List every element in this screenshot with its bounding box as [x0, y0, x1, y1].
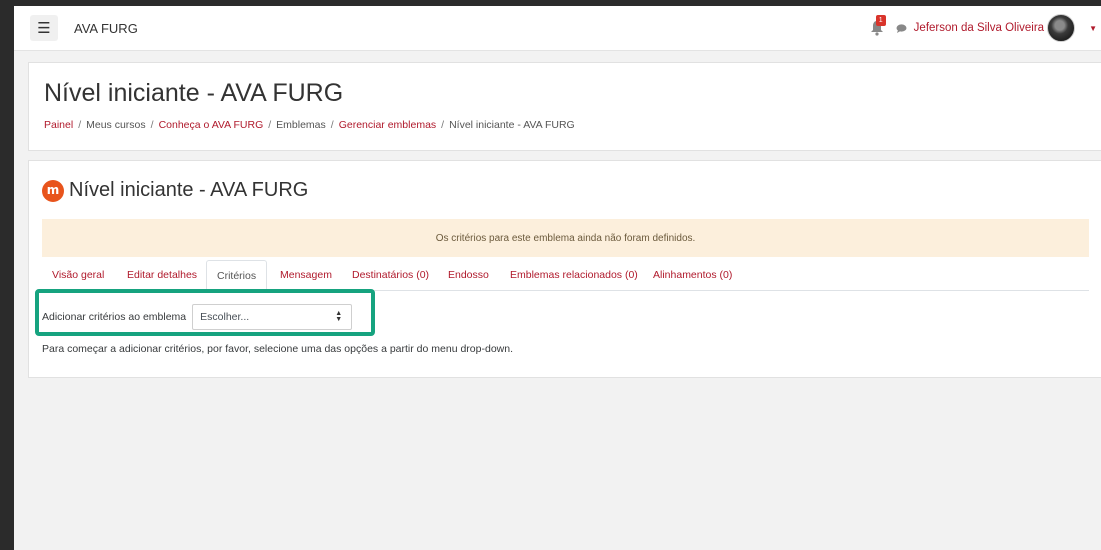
badge-logo-icon: m [42, 179, 64, 202]
tab-mensagem[interactable]: Mensagem [270, 260, 342, 289]
page-header-card: Nível iniciante - AVA FURG Painel / Meus c… [28, 62, 1101, 151]
breadcrumb-painel[interactable]: Painel [44, 119, 73, 131]
page: ☰ AVA FURG 1 Jeferson da Silva Oliveira … [14, 6, 1101, 550]
badge-card: m Nível iniciante - AVA FURG Os critério… [28, 160, 1101, 378]
site-brand[interactable]: AVA FURG [74, 21, 138, 36]
criteria-alert: Os critérios para este emblema ainda não… [42, 219, 1089, 257]
user-menu-area: 1 Jeferson da Silva Oliveira ▼ [870, 6, 1101, 50]
breadcrumb-conheca-ava[interactable]: Conheça o AVA FURG [159, 119, 264, 131]
select-arrows-icon: ▲ ▼ [335, 310, 343, 323]
tab-alinhamentos[interactable]: Alinhamentos (0) [643, 260, 742, 289]
breadcrumb-separator: / [78, 119, 82, 131]
breadcrumb-separator: / [441, 119, 445, 131]
tab-visao-geral[interactable]: Visão geral [42, 260, 114, 289]
user-avatar[interactable] [1047, 14, 1076, 42]
breadcrumb-separator: / [330, 119, 334, 131]
tab-endosso[interactable]: Endosso [438, 260, 499, 289]
add-criteria-label: Adicionar critérios ao emblema [42, 311, 187, 323]
breadcrumb: Painel / Meus cursos / Conheça o AVA FURG / Em… [44, 119, 575, 131]
notifications-count-badge: 1 [875, 15, 886, 26]
criteria-select-value: Escolher... [200, 311, 250, 323]
tab-emblemas-relacionados[interactable]: Emblemas relacionados (0) [500, 260, 648, 289]
breadcrumb-emblemas: Emblemas [276, 119, 326, 131]
user-name-link[interactable]: Jeferson da Silva Oliveira [914, 22, 1044, 34]
criteria-type-select[interactable]: Escolher... ▲ ▼ [192, 304, 353, 330]
criteria-help-text: Para começar a adicionar critérios, por … [42, 343, 513, 355]
breadcrumb-meus-cursos: Meus cursos [86, 119, 146, 131]
badge-tabs: Visão geral Editar detalhes Critérios Me… [42, 260, 1089, 292]
breadcrumb-gerenciar-emblemas[interactable]: Gerenciar emblemas [339, 119, 436, 131]
badge-title: Nível iniciante - AVA FURG [69, 179, 309, 201]
tab-criterios[interactable]: Critérios [206, 260, 268, 292]
breadcrumb-current: Nível iniciante - AVA FURG [449, 119, 575, 131]
badge-heading: m Nível iniciante - AVA FURG [42, 179, 308, 202]
breadcrumb-separator: / [150, 119, 154, 131]
page-title: Nível iniciante - AVA FURG [44, 79, 344, 107]
breadcrumb-separator: / [268, 119, 272, 131]
hamburger-icon[interactable]: ☰ [30, 15, 58, 41]
tab-editar-detalhes[interactable]: Editar detalhes [117, 260, 207, 289]
notifications-bell-icon[interactable]: 1 [870, 15, 886, 36]
tab-destinatarios[interactable]: Destinatários (0) [342, 260, 439, 289]
user-menu-caret-icon[interactable]: ▼ [1089, 24, 1097, 33]
chat-icon[interactable] [896, 23, 907, 33]
top-navbar: ☰ AVA FURG 1 Jeferson da Silva Oliveira … [14, 6, 1101, 51]
window-frame-left [0, 0, 14, 550]
add-criteria-row: Adicionar critérios ao emblema Escolher.… [42, 304, 353, 330]
